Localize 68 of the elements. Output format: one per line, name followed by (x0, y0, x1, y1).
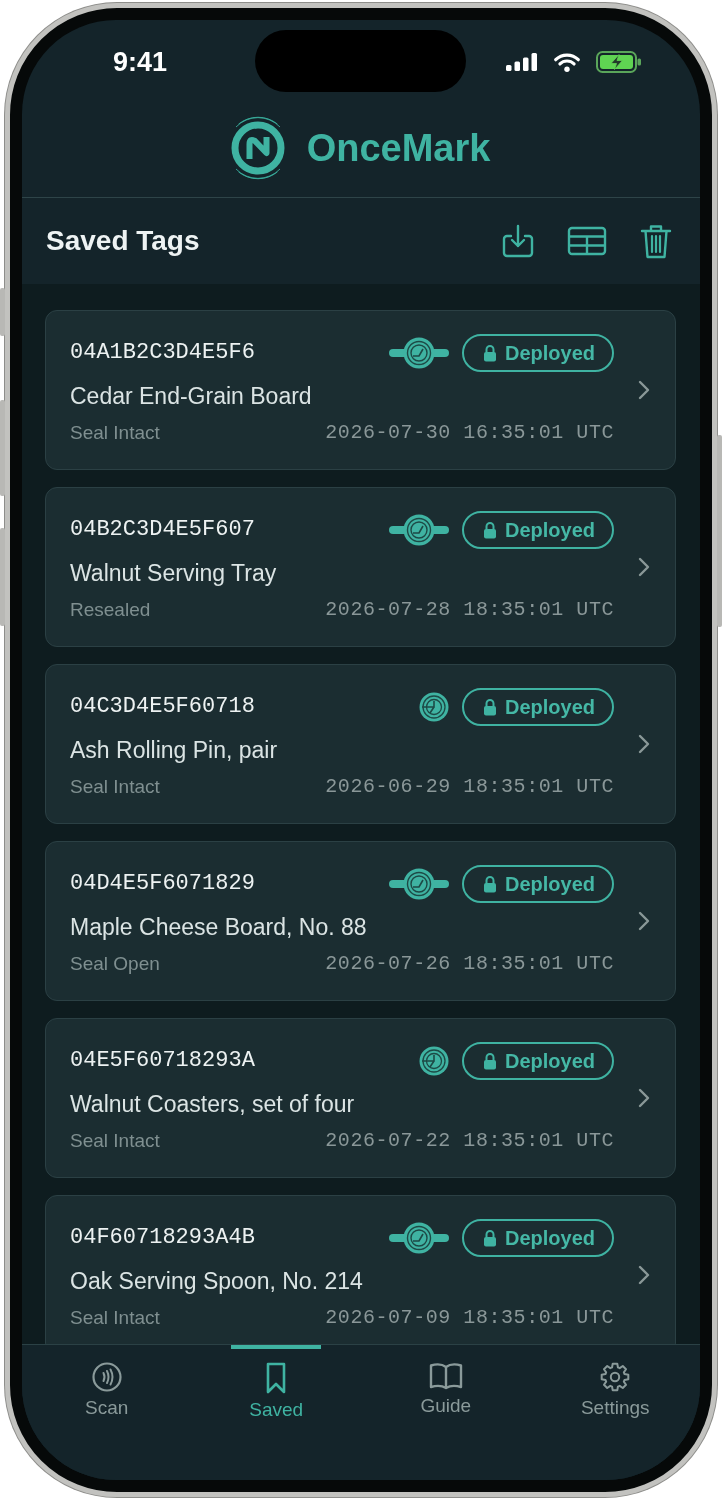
tag-name: Oak Serving Spoon, No. 214 (70, 1267, 364, 1295)
timestamp: 2026-07-30 16:35:01 UTC (325, 421, 614, 445)
tag-uid: 04A1B2C3D4E5F6 (70, 340, 255, 366)
tag-card[interactable]: 04D4E5F6071829 Deployed Maple Cheese Board, No. 88 Seal Open 2026-07-26 18:35:01 UTC (45, 841, 676, 1001)
seal-status: Seal Intact (70, 1129, 160, 1153)
app-title: OnceMark (306, 125, 491, 170)
book-icon (428, 1362, 463, 1390)
tag-name: Cedar End-Grain Board (70, 382, 313, 410)
tag-card[interactable]: 04E5F60718293A Deployed Walnut Coasters, set of four Seal Intact 2026-07-22 18:35:01 UTC (45, 1018, 676, 1178)
chevron-icon (638, 911, 650, 931)
side-button[interactable] (0, 288, 5, 336)
tag-uid: 04C3D4E5F60718 (70, 694, 255, 720)
chevron-icon (638, 1265, 650, 1285)
timestamp: 2026-07-28 18:35:01 UTC (325, 598, 614, 622)
tag-uid: 04B2C3D4E5F607 (70, 517, 255, 543)
lock-icon (482, 698, 497, 716)
tag-name: Walnut Serving Tray (70, 559, 278, 587)
tag-card[interactable]: 04F60718293A4B Deployed Oak Serving Spoon, No. 214 Seal Intact 2026-07-09 18:35:01 UTC (45, 1195, 676, 1344)
nfc-icon (91, 1362, 122, 1392)
status-text: Deployed (504, 695, 595, 719)
lock-icon (482, 1229, 497, 1247)
tag-uid: 04E5F60718293A (70, 1048, 255, 1074)
chevron-icon (638, 1088, 650, 1108)
tag-name: Ash Rolling Pin, pair (70, 736, 279, 764)
side-button[interactable] (0, 400, 5, 496)
timestamp: 2026-07-09 18:35:01 UTC (325, 1306, 614, 1330)
tag-uid: 04F60718293A4B (70, 1225, 255, 1251)
settings-icon (600, 1362, 631, 1392)
status-text: Deployed (504, 518, 595, 542)
nav-tab[interactable]: Settings (570, 1345, 661, 1423)
wifi-icon (553, 51, 581, 73)
tag-uid: 04D4E5F6071829 (70, 871, 255, 897)
tag-card[interactable]: 04A1B2C3D4E5F6 Deployed Cedar End-Grain Board Seal Intact 2026-07-30 16:35:01 UTC (45, 310, 676, 470)
status-text: Deployed (504, 1226, 595, 1250)
status-text: Deployed (504, 341, 595, 365)
lock-icon (482, 875, 497, 893)
chevron-icon (638, 380, 650, 400)
download-icon[interactable] (501, 223, 535, 259)
chevron-icon (638, 734, 650, 754)
table-icon[interactable] (567, 226, 607, 256)
seal-status: Seal Intact (70, 775, 160, 799)
timestamp: 2026-07-26 18:35:01 UTC (325, 952, 614, 976)
lock-icon (482, 344, 497, 362)
timestamp: 2026-06-29 18:35:01 UTC (325, 775, 614, 799)
seal-status: Resealed (70, 598, 151, 622)
nav-tab[interactable]: Guide (400, 1345, 491, 1421)
tag-name: Walnut Coasters, set of four (70, 1090, 356, 1118)
signal-icon (506, 53, 538, 71)
side-button[interactable] (717, 435, 722, 627)
seal-status: Seal Open (70, 952, 160, 976)
seal-status: Seal Intact (70, 421, 160, 445)
trash-icon[interactable] (639, 222, 673, 260)
tag-name: Maple Cheese Board, No. 88 (70, 913, 368, 941)
lock-icon (482, 1052, 497, 1070)
tag-card[interactable]: 04B2C3D4E5F607 Deployed Walnut Serving Tray Resealed 2026-07-28 18:35:01 UTC (45, 487, 676, 647)
timestamp: 2026-07-22 18:35:01 UTC (325, 1129, 614, 1153)
status-text: Deployed (504, 1049, 595, 1073)
lock-icon (482, 521, 497, 539)
chevron-icon (638, 557, 650, 577)
status-time: 9:41 (113, 48, 168, 76)
page-title: Saved Tags (46, 224, 201, 258)
battery-icon (596, 51, 642, 73)
nav-tab[interactable]: Saved (231, 1345, 322, 1425)
side-button[interactable] (0, 528, 5, 626)
nav-tab[interactable]: Scan (61, 1345, 152, 1423)
status-text: Deployed (504, 872, 595, 896)
seal-status: Seal Intact (70, 1306, 160, 1330)
tag-card[interactable]: 04C3D4E5F60718 Deployed Ash Rolling Pin, pair Seal Intact 2026-06-29 18:35:01 UTC (45, 664, 676, 824)
